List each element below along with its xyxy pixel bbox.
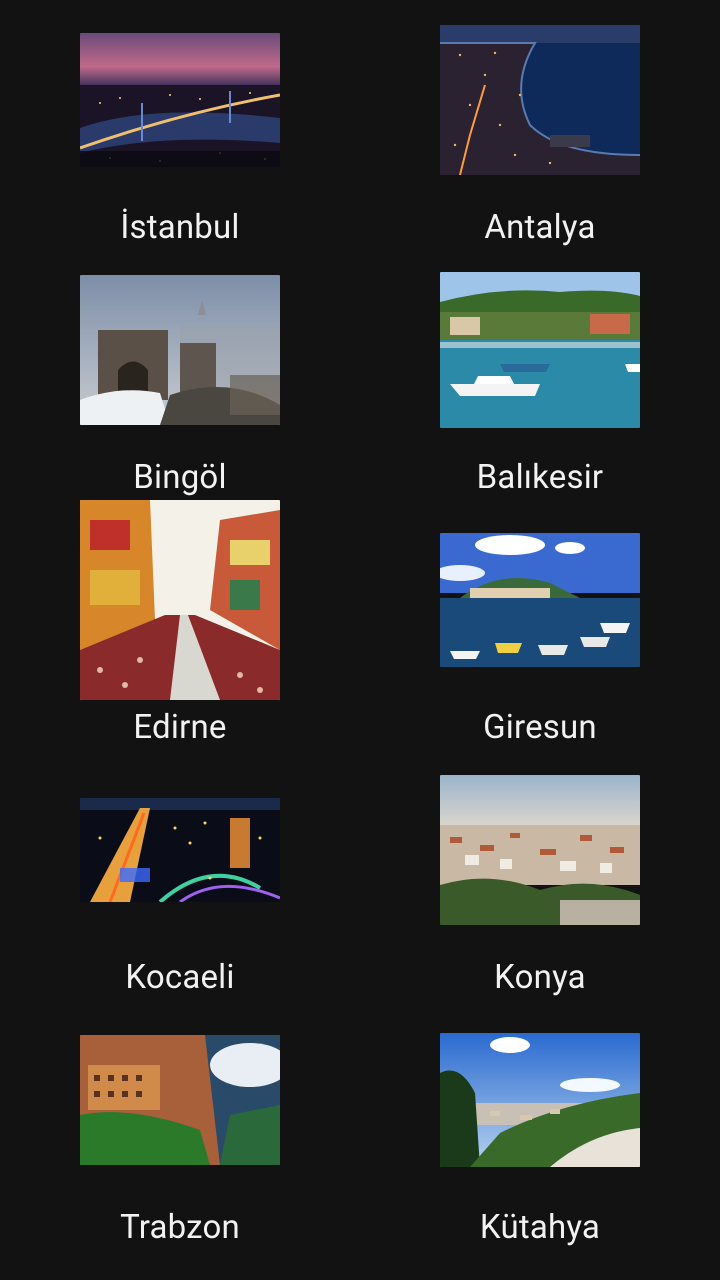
city-name: Bingöl [133, 458, 227, 497]
city-item-kutahya[interactable]: Kütahya [360, 1000, 720, 1250]
city-name: İstanbul [120, 208, 240, 247]
city-name: Giresun [483, 708, 597, 747]
city-name: Edirne [133, 708, 227, 747]
city-name: Antalya [484, 208, 596, 247]
city-item-trabzon[interactable]: Trabzon [0, 1000, 360, 1250]
kocaeli-photo [80, 798, 280, 902]
city-name: Trabzon [120, 1208, 240, 1247]
city-name: Balıkesir [476, 458, 604, 497]
city-item-konya[interactable]: Konya [360, 750, 720, 1000]
city-name: Kütahya [479, 1208, 601, 1247]
city-name: Kocaeli [125, 958, 235, 997]
antalya-photo [440, 25, 640, 175]
balikesir-photo [440, 272, 640, 428]
city-item-antalya[interactable]: Antalya [360, 0, 720, 250]
city-item-bingol[interactable]: Bingöl [0, 250, 360, 500]
bingol-photo [80, 275, 280, 425]
kutahya-photo [440, 1033, 640, 1167]
city-item-giresun[interactable]: Giresun [360, 500, 720, 750]
city-item-istanbul[interactable]: İstanbul [0, 0, 360, 250]
city-item-balikesir[interactable]: Balıkesir [360, 250, 720, 500]
city-item-edirne[interactable]: Edirne [0, 500, 360, 750]
istanbul-photo [80, 33, 280, 167]
trabzon-photo [80, 1035, 280, 1165]
konya-photo [440, 775, 640, 925]
edirne-photo [80, 500, 280, 700]
city-name: Konya [494, 958, 586, 997]
giresun-photo [440, 533, 640, 667]
city-item-kocaeli[interactable]: Kocaeli [0, 750, 360, 1000]
